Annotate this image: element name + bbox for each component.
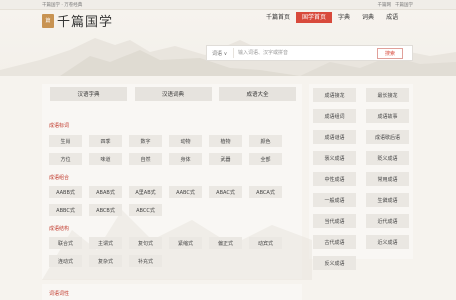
nav-zidian[interactable]: 字典 <box>332 12 356 23</box>
chip-zhiwu[interactable]: 植物 <box>209 135 242 147</box>
chip-shengxiao[interactable]: 生肖 <box>49 135 82 147</box>
chip-shenti[interactable]: 身体 <box>169 153 202 165</box>
top-link-guoxue[interactable]: 千篇国学 <box>395 2 413 8</box>
chip-abab[interactable]: ABAB式 <box>89 186 122 198</box>
site-slogan: 千篇国学 · 万卷经典 <box>42 3 83 8</box>
chip-siji[interactable]: 四季 <box>89 135 122 147</box>
chip-dongbin[interactable]: 动宾式 <box>249 237 282 249</box>
right-link-miyu[interactable]: 成语谜语 <box>313 130 356 144</box>
right-link-bianyi[interactable]: 贬义成语 <box>366 151 409 165</box>
logo-text: 千篇国学 <box>57 15 114 30</box>
right-link-fanyi[interactable]: 反义成语 <box>313 256 356 270</box>
dictionary-tabs: 汉语字典 汉语词典 成语大全 <box>50 87 296 101</box>
chip-aabc[interactable]: AABC式 <box>169 186 202 198</box>
chip-aabb[interactable]: AABB式 <box>49 186 82 198</box>
chip-fuza[interactable]: 复杂式 <box>89 255 122 267</box>
right-link-gudai[interactable]: 古代成语 <box>313 235 356 249</box>
chip-lianhe[interactable]: 联合式 <box>49 237 82 249</box>
right-link-dangdai[interactable]: 当代成语 <box>313 214 356 228</box>
chip-fangwei[interactable]: 方位 <box>49 153 82 165</box>
right-link-zuichang-jielong[interactable]: 最长接龙 <box>366 88 409 102</box>
search-button[interactable]: 搜索 <box>377 47 403 59</box>
chip-alab[interactable]: A里AB式 <box>129 186 162 198</box>
chip-buchong[interactable]: 补充式 <box>129 255 162 267</box>
top-link-qianpian[interactable]: 千篇网 <box>378 2 392 8</box>
chip-group-zuhe: AABB式 ABAB式 A里AB式 AABC式 ABAC式 ABCA式 ABBC… <box>49 186 299 216</box>
chip-ziran[interactable]: 自然 <box>129 153 162 165</box>
right-link-shengpi[interactable]: 生僻成语 <box>366 193 409 207</box>
top-bar: 千篇国学 · 万卷经典 千篇网 千篇国学 <box>0 0 456 10</box>
chip-abcc[interactable]: ABCC式 <box>129 204 162 216</box>
main-nav: 千篇首页 国学首页 字典 词典 成语 <box>260 12 404 23</box>
chip-group-biaoci: 生肖 四季 数字 动物 植物 颜色 方位 味道 自然 身体 武器 全部 <box>49 135 299 165</box>
chip-zhuwei[interactable]: 主谓式 <box>89 237 122 249</box>
section-title-biaoci: 成语标词 <box>49 123 70 129</box>
right-link-jindai[interactable]: 近代成语 <box>366 214 409 228</box>
chip-weidao[interactable]: 味道 <box>89 153 122 165</box>
nav-cidian[interactable]: 词典 <box>356 12 380 23</box>
chip-quanbu[interactable]: 全部 <box>249 153 282 165</box>
right-link-zhongxing[interactable]: 中性成语 <box>313 172 356 186</box>
section-title-zuhe: 成语组合 <box>49 175 70 181</box>
tab-hanyu-cidian[interactable]: 汉语词典 <box>134 87 212 101</box>
chip-liandong[interactable]: 连动式 <box>49 255 82 267</box>
chip-abac[interactable]: ABAC式 <box>209 186 242 198</box>
chip-fuju[interactable]: 复句式 <box>129 237 162 249</box>
nav-chengyu[interactable]: 成语 <box>380 12 404 23</box>
chip-group-jiegou: 联合式 主谓式 复句式 紧缩式 偏正式 动宾式 连动式 复杂式 补充式 <box>49 237 299 267</box>
chip-abbc[interactable]: ABBC式 <box>49 204 82 216</box>
top-links: 千篇网 千篇国学 <box>378 2 414 8</box>
right-link-gushi[interactable]: 成语故事 <box>366 109 409 123</box>
right-link-xiehouyu[interactable]: 成语歇后语 <box>366 130 409 144</box>
search-input[interactable]: 输入词语、汉字或拼音 <box>233 48 377 58</box>
right-link-baoyi[interactable]: 褒义成语 <box>313 151 356 165</box>
right-link-jielong[interactable]: 成语接龙 <box>313 88 356 102</box>
chip-dongwu[interactable]: 动物 <box>169 135 202 147</box>
right-link-yiban[interactable]: 一般成语 <box>313 193 356 207</box>
section-title-cixing: 词语词性 <box>49 291 70 297</box>
tab-hanyu-zidian[interactable]: 汉语字典 <box>50 87 127 101</box>
nav-guoxue-home[interactable]: 国学首页 <box>296 12 333 23</box>
site-logo[interactable]: 篇 千篇国学 <box>42 11 113 30</box>
chip-wuqi[interactable]: 武器 <box>209 153 242 165</box>
bottom-panel <box>42 284 302 300</box>
search-bar: 词语 ∨ 输入词语、汉字或拼音 搜索 <box>206 45 413 61</box>
logo-seal: 篇 <box>42 13 54 28</box>
right-link-changyong[interactable]: 常用成语 <box>366 172 409 186</box>
chip-abcb[interactable]: ABCB式 <box>89 204 122 216</box>
nav-qianpian-home[interactable]: 千篇首页 <box>260 12 296 23</box>
chip-pianzheng[interactable]: 偏正式 <box>209 237 242 249</box>
chip-shuzi[interactable]: 数字 <box>129 135 162 147</box>
tab-chengyu-daquan[interactable]: 成语大全 <box>219 87 296 101</box>
right-link-zuci[interactable]: 成语组词 <box>313 109 356 123</box>
right-link-grid: 成语接龙 最长接龙 成语组词 成语故事 成语谜语 成语歇后语 褒义成语 贬义成语… <box>313 88 409 270</box>
search-type-select[interactable]: 词语 ∨ <box>207 50 233 57</box>
chip-yanse[interactable]: 颜色 <box>249 135 282 147</box>
chip-abca[interactable]: ABCA式 <box>249 186 282 198</box>
right-link-jinyi[interactable]: 近义成语 <box>366 235 409 249</box>
section-title-jiegou: 成语结构 <box>49 226 70 232</box>
chip-jinsuo[interactable]: 紧缩式 <box>169 237 202 249</box>
